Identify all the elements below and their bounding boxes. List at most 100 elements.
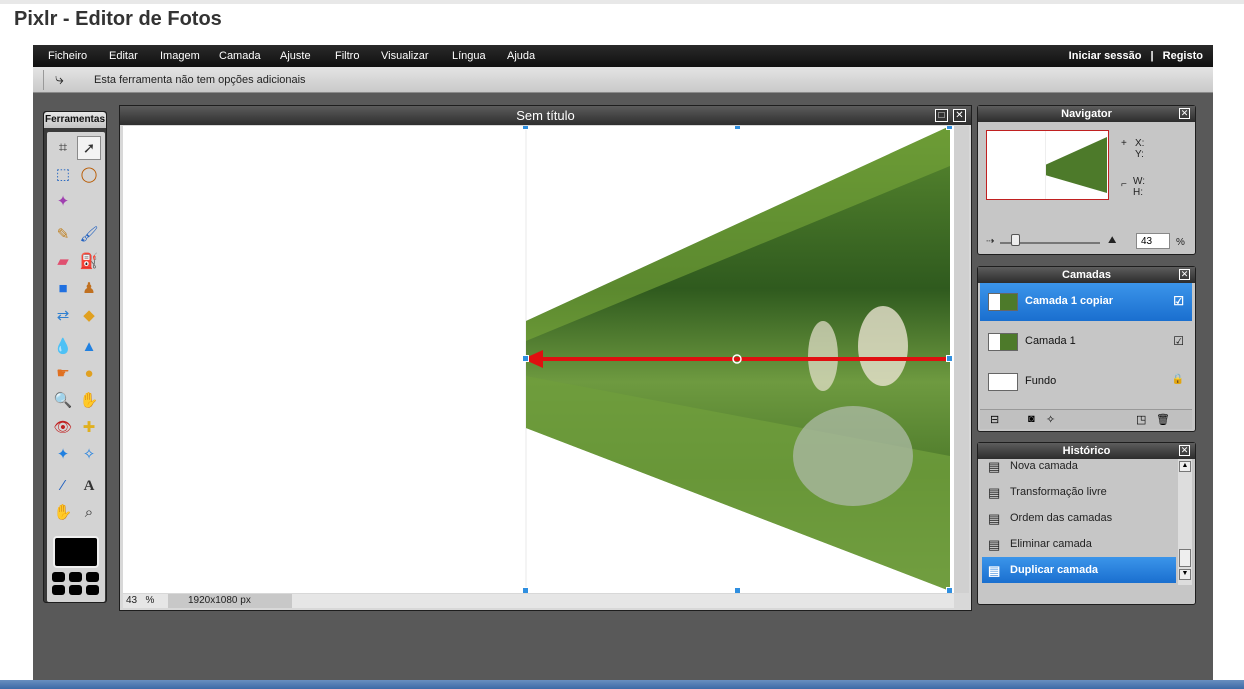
maximize-icon[interactable]: □ [935,109,948,122]
tools-grid: ⌗ ➚ ⬚ ◯ ✦ ✎ 🖌 ▰ ⛽ ■ ♟ ⇄ ◆ 💧 ▲ ☛ ● 🔍 ✋ 👁 … [47,132,105,602]
history-scrollbar[interactable]: ▲ ▼ [1178,459,1192,585]
tool-options-bar: ⤷ Esta ferramenta não tem opções adicion… [33,67,1213,93]
transform-handle[interactable] [946,587,953,593]
layer-styles-icon[interactable]: ✧ [1046,413,1055,426]
menu-camada[interactable]: Camada [219,50,261,62]
zoom-slider-thumb[interactable] [1011,234,1020,246]
transform-handle[interactable] [946,126,953,130]
scroll-thumb[interactable] [1179,549,1191,567]
canvas-vertical-scrollbar[interactable] [954,126,969,593]
red-eye-tool-icon[interactable]: 👁 [51,416,75,440]
menu-ficheiro[interactable]: Ficheiro [48,50,87,62]
swatch-mini[interactable] [52,572,65,582]
x-label: X: [1135,138,1145,149]
y-label: Y: [1135,149,1144,160]
history-item[interactable]: ▤ Nova camada [982,459,1176,479]
zoom-out-icon[interactable]: ⇢ [986,236,994,247]
marquee-tool-icon[interactable]: ⬚ [51,163,75,187]
transform-handle[interactable] [734,587,741,593]
swatch-mini[interactable] [69,585,82,595]
transform-handle[interactable] [522,355,529,362]
layer-mask-icon[interactable]: ◙ [1028,413,1035,425]
paint-bucket-tool-icon[interactable]: ⛽ [77,250,101,274]
crop-tool-icon[interactable]: ⌗ [51,136,75,160]
menu-ajuda[interactable]: Ajuda [507,50,535,62]
swatch-mini[interactable] [52,585,65,595]
scroll-up-icon[interactable]: ▲ [1179,461,1191,472]
layer-visibility-checkbox[interactable]: ☑ [1173,294,1184,308]
layer-row[interactable]: Camada 1 copiar ☑ [980,283,1192,321]
magic-wand-tool-icon[interactable]: ✦ [51,190,75,214]
layers-close-icon[interactable]: ✕ [1179,269,1190,280]
transform-handle[interactable] [522,126,529,130]
delete-layer-icon[interactable]: 🗑 [1156,413,1170,426]
history-item[interactable]: ▤ Eliminar camada [982,531,1176,557]
menu-visualizar[interactable]: Visualizar [381,50,429,62]
smudge-tool-icon[interactable]: ☛ [51,362,75,386]
menu-lingua[interactable]: Língua [452,50,486,62]
navigator-close-icon[interactable]: ✕ [1179,108,1190,119]
color-replace-tool-icon[interactable]: ⇄ [51,304,75,328]
spot-heal-tool-icon[interactable]: ✚ [77,416,101,440]
transform-handle[interactable] [522,587,529,593]
text-tool-icon[interactable]: A [77,474,101,498]
eraser-tool-icon[interactable]: ▰ [51,250,75,274]
eyedropper-tool-icon[interactable]: ⁄ [51,474,75,498]
register-link[interactable]: Registo [1163,50,1203,62]
layer-thumbnail [988,333,1018,351]
navigator-title: Navigator [978,106,1195,122]
color-swatch[interactable] [53,536,99,568]
swatch-mini[interactable] [86,585,99,595]
zoom-tool-icon[interactable]: ⌕ [77,501,101,525]
image-dimensions: 1920x1080 px [168,594,292,608]
menu-ajuste[interactable]: Ajuste [280,50,311,62]
menu-editar[interactable]: Editar [109,50,138,62]
history-step-icon: ▤ [988,511,1001,526]
close-icon[interactable]: ✕ [953,109,966,122]
zoom-in-icon[interactable]: ⛰ [1108,235,1116,246]
bloat-tool-icon[interactable]: ✦ [51,443,75,467]
swatch-mini[interactable] [69,572,82,582]
move-tool-button-icon[interactable]: ➚ [77,136,101,160]
brush-tool-icon[interactable]: 🖌 [77,223,101,247]
menu-filtro[interactable]: Filtro [335,50,359,62]
lasso-tool-icon[interactable]: ◯ [77,163,101,187]
burn-tool-icon[interactable]: ✋ [77,389,101,413]
login-link[interactable]: Iniciar sessão [1069,50,1142,62]
layer-name: Camada 1 [1025,335,1076,347]
layers-title: Camadas [978,267,1195,283]
hand-tool-icon[interactable]: ✋ [51,501,75,525]
zoom-input[interactable]: 43 [1136,233,1170,249]
history-close-icon[interactable]: ✕ [1179,445,1190,456]
transform-handle[interactable] [946,355,953,362]
new-layer-icon[interactable]: ◳ [1136,413,1146,426]
layer-thumbnail [988,293,1018,311]
navigator-thumbnail[interactable] [986,130,1109,200]
swatch-mini[interactable] [86,572,99,582]
pencil-tool-icon[interactable]: ✎ [51,223,75,247]
dodge-tool-icon[interactable]: 🔍 [51,389,75,413]
clone-stamp-tool-icon[interactable]: ♟ [77,277,101,301]
menu-imagem[interactable]: Imagem [160,50,200,62]
scroll-down-icon[interactable]: ▼ [1179,569,1191,580]
layer-row[interactable]: Camada 1 ☑ [980,323,1192,361]
layers-footer: ⊟ ◙ ✧ ◳ 🗑 [980,409,1192,429]
history-item[interactable]: ▤ Transformação livre [982,479,1176,505]
sharpen-tool-icon[interactable]: ▲ [77,335,101,359]
zoom-readout[interactable]: 43 % [126,595,154,606]
layer-settings-icon[interactable]: ⊟ [990,413,999,426]
gradient-tool-icon[interactable]: ■ [51,277,75,301]
transform-handle[interactable] [734,126,741,130]
history-title: Histórico [978,443,1195,459]
layer-visibility-checkbox[interactable]: ☑ [1173,334,1184,348]
layers-panel: Camadas ✕ Camada 1 copiar ☑ Camada 1 ☑ F… [977,266,1196,432]
blur-tool-icon[interactable]: 💧 [51,335,75,359]
image-canvas[interactable] [123,126,954,593]
sponge-tool-icon[interactable]: ● [77,362,101,386]
layer-row[interactable]: Fundo 🔒 [980,363,1192,401]
h-label: H: [1133,187,1143,198]
history-item[interactable]: ▤ Duplicar camada [982,557,1176,583]
shape-tool-icon[interactable]: ◆ [77,304,101,328]
history-item[interactable]: ▤ Ordem das camadas [982,505,1176,531]
pinch-tool-icon[interactable]: ✧ [77,443,101,467]
